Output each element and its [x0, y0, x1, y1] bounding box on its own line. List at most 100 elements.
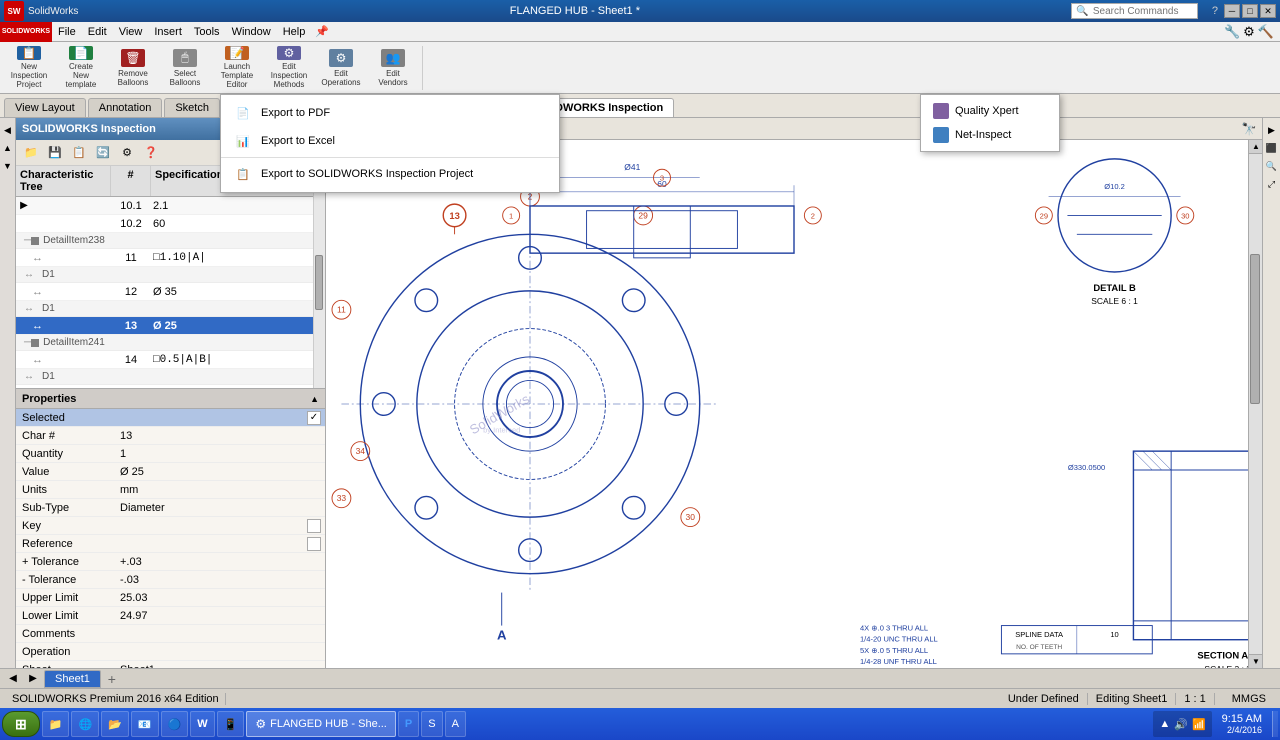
systray-icon-2[interactable]: 🔊 [1174, 718, 1188, 731]
taskbar-sw[interactable]: ⚙ FLANGED HUB - She... [246, 711, 396, 737]
svg-text:SPLINE DATA: SPLINE DATA [1015, 630, 1064, 639]
new-inspection-project-btn[interactable]: 📋 New Inspection Project [4, 46, 54, 90]
tree-row-14: ↔ 14 □0.5|A|B| [16, 351, 325, 369]
dropdown-item-sw-project[interactable]: 📋 Export to SOLIDWORKS Inspection Projec… [221, 160, 559, 188]
menu-insert[interactable]: Insert [148, 24, 188, 40]
drawing-scrollbar-v[interactable]: ▲ ▼ [1248, 140, 1262, 668]
panel-tb-2[interactable]: 💾 [44, 142, 66, 164]
pin-btn[interactable]: 📌 [315, 25, 329, 38]
search-input[interactable] [1093, 6, 1193, 17]
maximize-btn[interactable]: □ [1242, 4, 1258, 18]
prop-val-sheet: Sheet1 [116, 662, 325, 669]
detail-box-1 [31, 237, 39, 245]
taskbar-calc[interactable]: 📱 [217, 711, 245, 737]
launch-template-editor-btn[interactable]: 📝 Launch Template Editor [212, 46, 262, 90]
rt-btn-2[interactable]: ⬛ [1264, 140, 1280, 156]
systray-icon-3[interactable]: 📶 [1192, 718, 1206, 731]
scrollbar-thumb-v[interactable] [1250, 254, 1260, 404]
tree-row-13[interactable]: ↔ 13 Ø 25 [16, 317, 325, 335]
menu-view[interactable]: View [113, 24, 149, 40]
ref-icon-13: ↔ [32, 320, 46, 332]
magnet-icon[interactable]: 🔧 [1224, 24, 1240, 40]
tab-sketch[interactable]: Sketch [164, 98, 220, 117]
net-inspect-item[interactable]: Net-Inspect [921, 123, 1059, 147]
svg-text:1/4-28 UNF THRU ALL: 1/4-28 UNF THRU ALL [860, 657, 937, 666]
taskbar-ps[interactable]: P [398, 711, 419, 737]
quality-xpert-item[interactable]: Quality Xpert [921, 99, 1059, 123]
draw-tb-btn-zoom[interactable]: 🔭 [1240, 120, 1258, 138]
edit-inspection-methods-btn[interactable]: ⚙ Edit Inspection Methods [264, 46, 314, 90]
panel-tb-5[interactable]: ⚙ [116, 142, 138, 164]
remove-balloons-btn[interactable]: 🗑 Remove Balloons [108, 46, 158, 90]
drawing-area[interactable]: 🔍 ⬜ ↖ ↗ ⬛ 🔭 [326, 118, 1262, 668]
taskbar-word[interactable]: W [190, 711, 214, 737]
characteristic-tree[interactable]: Characteristic Tree # Specification ▶ 10… [16, 166, 325, 388]
dropdown-item-pdf[interactable]: 📄 Export to PDF [221, 99, 559, 127]
solidworks-logo-text: SolidWorks [28, 6, 78, 17]
close-btn[interactable]: ✕ [1260, 4, 1276, 18]
panel-tb-3[interactable]: 📋 [68, 142, 90, 164]
gear-icon[interactable]: ⚙ [1243, 24, 1255, 40]
taskbar-sw2[interactable]: S [421, 711, 442, 737]
taskbar-outlook[interactable]: 📧 [131, 711, 159, 737]
prop-check-key[interactable] [307, 519, 321, 533]
scrollbar-btn-up[interactable]: ▲ [1249, 140, 1262, 154]
clock[interactable]: 9:15 AM 2/4/2016 [1216, 713, 1268, 735]
taskbar-filemanager[interactable]: 📂 [101, 711, 129, 737]
tree-scrollbar[interactable] [313, 166, 325, 388]
svg-text:1: 1 [509, 211, 513, 220]
menu-file[interactable]: File [52, 24, 82, 40]
select-balloons-btn[interactable]: 🖱 Select Balloons [160, 46, 210, 90]
main-area: ◀ ▲ ▼ SOLIDWORKS Inspection 📌 ✕ 📁 💾 📋 🔄 … [0, 118, 1280, 668]
dropdown-item-excel[interactable]: 📊 Export to Excel [221, 127, 559, 155]
tiny-btn-1[interactable]: ◀ [0, 122, 16, 138]
sheet-tab-1[interactable]: Sheet1 [44, 670, 101, 688]
rt-btn-3[interactable]: 🔍 [1264, 158, 1280, 174]
sw-edition: SOLIDWORKS Premium 2016 x64 Edition [6, 693, 226, 705]
prop-check-reference[interactable] [307, 537, 321, 551]
menu-tools[interactable]: Tools [188, 24, 226, 40]
menu-edit[interactable]: Edit [82, 24, 113, 40]
prop-check-selected[interactable]: ✓ [307, 411, 321, 425]
prop-val-lower: 24.97 [116, 608, 325, 624]
panel-tb-4[interactable]: 🔄 [92, 142, 114, 164]
scrollbar-btn-down[interactable]: ▼ [1249, 654, 1262, 668]
taskbar-ie[interactable]: 🌐 [71, 711, 99, 737]
panel-tb-1[interactable]: 📁 [20, 142, 42, 164]
tree-row-10-2: 10.2 60 [16, 215, 325, 233]
props-scrollbar-btn[interactable]: ▲ [310, 394, 319, 404]
taskbar-chrome[interactable]: 🔵 [161, 711, 189, 737]
row-spec-10-2: 60 [151, 216, 325, 232]
prop-row-selected: Selected ✓ [16, 409, 325, 427]
help-btn[interactable]: ? [1208, 5, 1222, 17]
sheet-tab-next[interactable]: ▶ [24, 671, 42, 687]
properties-header[interactable]: Properties ▲ [16, 389, 325, 409]
svg-text:NO. OF TEETH: NO. OF TEETH [1016, 644, 1062, 651]
edit-operations-btn[interactable]: ⚙ Edit Operations [316, 46, 366, 90]
tiny-btn-2[interactable]: ▲ [0, 140, 16, 156]
scrollbar-track[interactable] [1249, 154, 1262, 654]
tab-view-layout[interactable]: View Layout [4, 98, 86, 117]
rt-btn-4[interactable]: ⤢ [1264, 176, 1280, 192]
expand-icon[interactable]: ▶ [16, 200, 32, 211]
scrollbar-thumb[interactable] [315, 255, 323, 311]
units-text: MMGS [1224, 693, 1274, 705]
menu-help[interactable]: Help [277, 24, 312, 40]
sheet-tab-prev[interactable]: ◀ [4, 671, 22, 687]
tiny-btn-3[interactable]: ▼ [0, 158, 16, 174]
minimize-btn[interactable]: ─ [1224, 4, 1240, 18]
edit-vendors-btn[interactable]: 👥 Edit Vendors [368, 46, 418, 90]
taskbar-explorer[interactable]: 📁 [42, 711, 70, 737]
rt-btn-1[interactable]: ▶ [1264, 122, 1280, 138]
menu-window[interactable]: Window [226, 24, 277, 40]
search-box[interactable]: 🔍 [1071, 3, 1197, 19]
title-controls[interactable]: 🔍 ? ─ □ ✕ [1071, 3, 1276, 19]
show-desktop-btn[interactable] [1272, 711, 1278, 737]
panel-tb-6[interactable]: ❓ [140, 142, 162, 164]
taskbar-app[interactable]: A [445, 711, 466, 737]
start-button[interactable]: ⊞ [2, 711, 40, 737]
tab-annotation[interactable]: Annotation [88, 98, 163, 117]
sheet-tab-add[interactable]: + [103, 670, 121, 688]
options-icon[interactable]: 🔨 [1258, 24, 1274, 40]
create-new-template-btn[interactable]: 📄 Create New template [56, 46, 106, 90]
